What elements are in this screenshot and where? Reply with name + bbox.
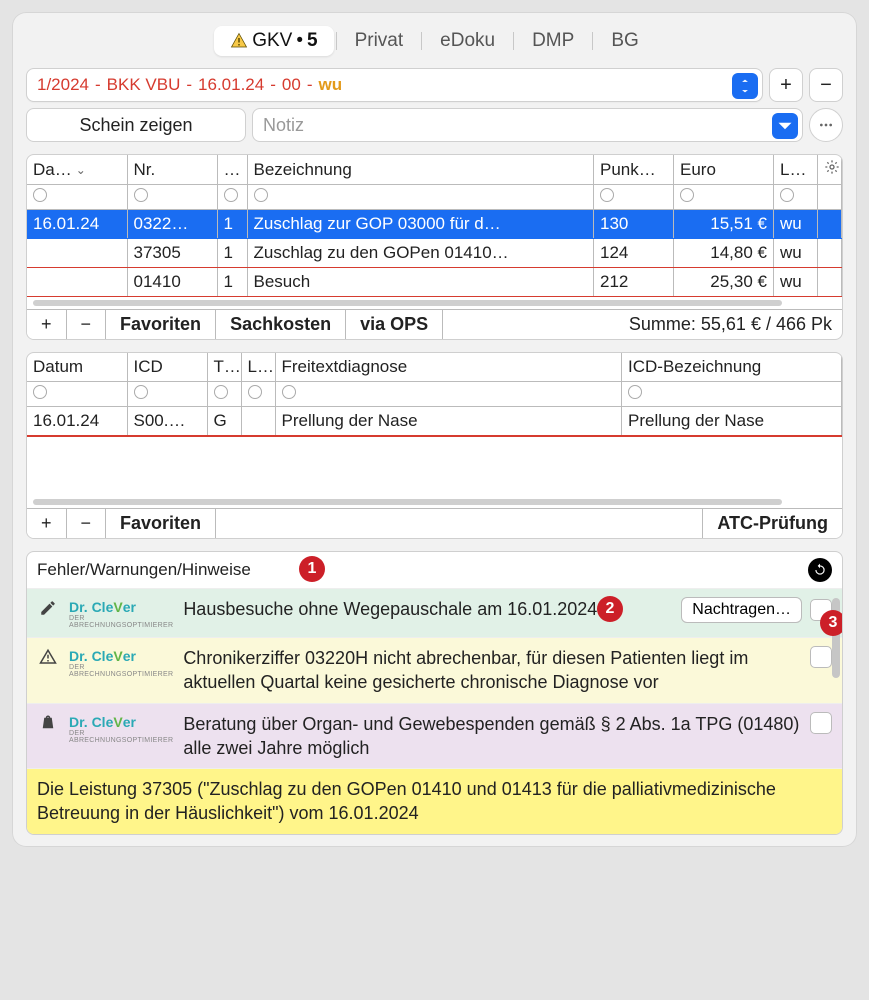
tab-privat[interactable]: Privat <box>339 26 420 56</box>
case-user: wu <box>319 75 343 95</box>
col-icddesc[interactable]: ICD-Bezeichnung <box>622 353 842 382</box>
col-free[interactable]: Freitextdiagnose <box>275 353 622 382</box>
filter-icon[interactable] <box>33 188 47 202</box>
hint-checkbox[interactable] <box>810 646 832 668</box>
warning-icon <box>230 32 248 50</box>
bag-icon <box>37 714 59 732</box>
tab-dmp[interactable]: DMP <box>516 26 590 56</box>
tabbar: GKV • 5 Privat eDoku DMP BG <box>26 24 843 58</box>
hints-title: Fehler/Warnungen/Hinweise <box>37 560 251 580</box>
table-row[interactable]: 373051Zuschlag zu den GOPen 01410…12414,… <box>27 239 842 268</box>
show-schein-button[interactable]: Schein zeigen <box>26 108 246 142</box>
case-selector[interactable]: 1/2024 - BKK VBU - 16.01.24 - 00 - wu <box>26 68 763 102</box>
case-code: 00 <box>282 75 301 95</box>
hint-row: Dr. CleVerDER ABRECHNUNGSOPTIMIERERHausb… <box>27 588 842 637</box>
gear-icon[interactable] <box>818 155 842 185</box>
col-euro[interactable]: Euro <box>674 155 774 185</box>
hint-checkbox[interactable] <box>810 712 832 734</box>
col-icd[interactable]: ICD <box>127 353 207 382</box>
col-nr[interactable]: Nr. <box>127 155 217 185</box>
sum-label: Summe: 55,61 € / 466 Pk <box>619 310 842 339</box>
h-scrollbar[interactable] <box>27 496 842 508</box>
tab-gkv[interactable]: GKV • 5 <box>214 26 333 56</box>
col-cnt[interactable]: … <box>217 155 247 185</box>
case-date: 16.01.24 <box>198 75 264 95</box>
hints-panel: 1 2 3 Fehler/Warnungen/Hinweise Dr. CleV… <box>26 551 843 835</box>
sachkosten-button[interactable]: Sachkosten <box>216 310 346 339</box>
tab-edoku[interactable]: eDoku <box>424 26 511 56</box>
tab-gkv-count: 5 <box>307 30 318 52</box>
add-diag-button[interactable]: + <box>27 509 67 538</box>
tab-gkv-label: GKV <box>252 30 292 52</box>
remove-button[interactable]: − <box>809 68 843 102</box>
favorites-button[interactable]: Favoriten <box>106 509 216 538</box>
refresh-icon[interactable] <box>808 558 832 582</box>
clever-logo: Dr. CleVerDER ABRECHNUNGSOPTIMIERER <box>69 714 173 744</box>
more-icon[interactable] <box>809 108 843 142</box>
sort-icon: ⌄ <box>76 163 86 177</box>
diagnosis-panel: Datum ICD T… L… Freitextdiagnose ICD-Bez… <box>26 352 843 539</box>
hint-row: Die Leistung 37305 ("Zuschlag zu den GOP… <box>27 768 842 834</box>
hint-text: Die Leistung 37305 ("Zuschlag zu den GOP… <box>37 777 832 826</box>
col-date[interactable]: Da…⌄ <box>27 155 127 185</box>
table-row[interactable]: 16.01.240322…1Zuschlag zur GOP 03000 für… <box>27 210 842 239</box>
clever-logo: Dr. CleVerDER ABRECHNUNGSOPTIMIERER <box>69 599 173 629</box>
pencil-icon <box>37 599 59 617</box>
h-scrollbar[interactable] <box>27 297 842 309</box>
col-pts[interactable]: Punk… <box>594 155 674 185</box>
chevron-down-icon[interactable] <box>772 113 798 139</box>
tab-bg[interactable]: BG <box>595 26 654 56</box>
table-row[interactable]: 014101Besuch21225,30 €wu <box>27 268 842 297</box>
remove-service-button[interactable]: − <box>67 310 107 339</box>
services-table[interactable]: Da…⌄ Nr. … Bezeichnung Punk… Euro Le… <box>27 155 842 297</box>
col-date[interactable]: Datum <box>27 353 127 382</box>
remove-diag-button[interactable]: − <box>67 509 107 538</box>
diagnosis-table[interactable]: Datum ICD T… L… Freitextdiagnose ICD-Bez… <box>27 353 842 436</box>
hint-text: Beratung über Organ- und Gewebespenden g… <box>183 712 800 761</box>
annotation-3: 3 <box>820 610 843 636</box>
hint-text: Chronikerziffer 03220H nicht abrechenbar… <box>183 646 800 695</box>
col-t[interactable]: T… <box>207 353 241 382</box>
nachtragen-button[interactable]: Nachtragen… <box>681 597 802 623</box>
case-insurer: BKK VBU <box>107 75 181 95</box>
hint-row: Dr. CleVerDER ABRECHNUNGSOPTIMIERER Berat… <box>27 703 842 769</box>
col-l[interactable]: L… <box>241 353 275 382</box>
note-placeholder: Notiz <box>263 115 304 136</box>
note-input[interactable]: Notiz <box>252 108 803 142</box>
app-window: GKV • 5 Privat eDoku DMP BG 1/2024 - BKK… <box>12 12 857 847</box>
annotation-2: 2 <box>597 596 623 622</box>
atc-check-button[interactable]: ATC-Prüfung <box>702 509 842 538</box>
annotation-1: 1 <box>299 556 325 582</box>
col-desc[interactable]: Bezeichnung <box>247 155 594 185</box>
warn-icon <box>37 648 59 666</box>
dropdown-icon[interactable] <box>732 73 758 99</box>
hint-row: Dr. CleVerDER ABRECHNUNGSOPTIMIERER Chron… <box>27 637 842 703</box>
table-row[interactable]: 16.01.24S00.…GPrellung der NasePrellung … <box>27 407 842 436</box>
add-service-button[interactable]: + <box>27 310 67 339</box>
via-ops-button[interactable]: via OPS <box>346 310 443 339</box>
favorites-button[interactable]: Favoriten <box>106 310 216 339</box>
services-panel: Da…⌄ Nr. … Bezeichnung Punk… Euro Le… <box>26 154 843 340</box>
case-quarter: 1/2024 <box>37 75 89 95</box>
col-le[interactable]: Le… <box>774 155 818 185</box>
add-button[interactable]: + <box>769 68 803 102</box>
clever-logo: Dr. CleVerDER ABRECHNUNGSOPTIMIERER <box>69 648 173 678</box>
